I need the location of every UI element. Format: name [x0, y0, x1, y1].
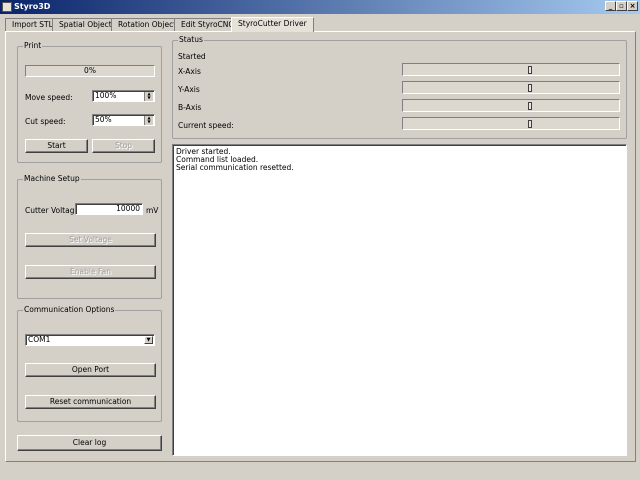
- cut-speed-label: Cut speed:: [25, 117, 66, 126]
- move-speed-value: 100%: [95, 91, 117, 100]
- start-button[interactable]: Start: [25, 139, 88, 153]
- cutter-voltage-input[interactable]: 10000: [75, 203, 143, 215]
- tab-rotation-object[interactable]: Rotation Object: [111, 18, 184, 31]
- move-speed-label: Move speed:: [25, 93, 73, 102]
- x-axis-label: X-Axis: [178, 67, 201, 76]
- com-port-select[interactable]: COM1 ▼: [25, 334, 155, 346]
- b-axis-thumb: [528, 102, 532, 110]
- clear-log-button[interactable]: Clear log: [17, 435, 162, 451]
- move-speed-spin-arrows[interactable]: ▲ ▼: [144, 92, 153, 101]
- title-bar: Styro3D _ ▫ ×: [0, 0, 640, 14]
- print-group-title: Print: [23, 41, 43, 50]
- maximize-button[interactable]: ▫: [616, 1, 627, 11]
- status-title: Status: [178, 35, 204, 44]
- cutter-voltage-label: Cutter Voltage:: [25, 206, 82, 215]
- y-axis-thumb: [528, 84, 532, 92]
- open-port-button[interactable]: Open Port: [25, 363, 156, 377]
- b-axis-label: B-Axis: [178, 103, 202, 112]
- y-axis-indicator: [402, 81, 620, 94]
- stop-button[interactable]: Stop: [92, 139, 155, 153]
- app-icon: [2, 2, 12, 12]
- log-line: Serial communication resetted.: [176, 163, 294, 172]
- cut-speed-spinbox[interactable]: 50% ▲ ▼: [92, 114, 155, 126]
- x-axis-indicator: [402, 63, 620, 76]
- y-axis-label: Y-Axis: [178, 85, 200, 94]
- cut-speed-value: 50%: [95, 115, 112, 124]
- x-axis-thumb: [528, 66, 532, 74]
- cut-speed-spin-arrows[interactable]: ▲ ▼: [144, 116, 153, 125]
- tab-styrocutter-driver[interactable]: StyroCutter Driver: [231, 17, 314, 32]
- log-output[interactable]: Driver started. Command list loaded. Ser…: [172, 144, 627, 456]
- window-title: Styro3D: [14, 2, 51, 11]
- chevron-down-icon[interactable]: ▼: [144, 336, 153, 344]
- current-speed-label: Current speed:: [178, 121, 234, 130]
- current-speed-thumb: [528, 120, 532, 128]
- status-state: Started: [178, 52, 206, 61]
- tab-spatial-object[interactable]: Spatial Object: [52, 18, 119, 31]
- set-voltage-button[interactable]: Set Voltage: [25, 233, 156, 247]
- print-progress-bar: 0%: [25, 65, 155, 77]
- machine-setup-title: Machine Setup: [23, 174, 81, 183]
- move-speed-spinbox[interactable]: 100% ▲ ▼: [92, 90, 155, 102]
- communication-title: Communication Options: [23, 305, 116, 314]
- b-axis-indicator: [402, 99, 620, 112]
- current-speed-indicator: [402, 117, 620, 130]
- enable-fan-button[interactable]: Enable Fan: [25, 265, 156, 279]
- minimize-button[interactable]: _: [605, 1, 616, 11]
- com-port-value: COM1: [28, 335, 51, 344]
- close-button[interactable]: ×: [627, 1, 638, 11]
- reset-communication-button[interactable]: Reset communication: [25, 395, 156, 409]
- voltage-unit-label: mV: [146, 206, 159, 215]
